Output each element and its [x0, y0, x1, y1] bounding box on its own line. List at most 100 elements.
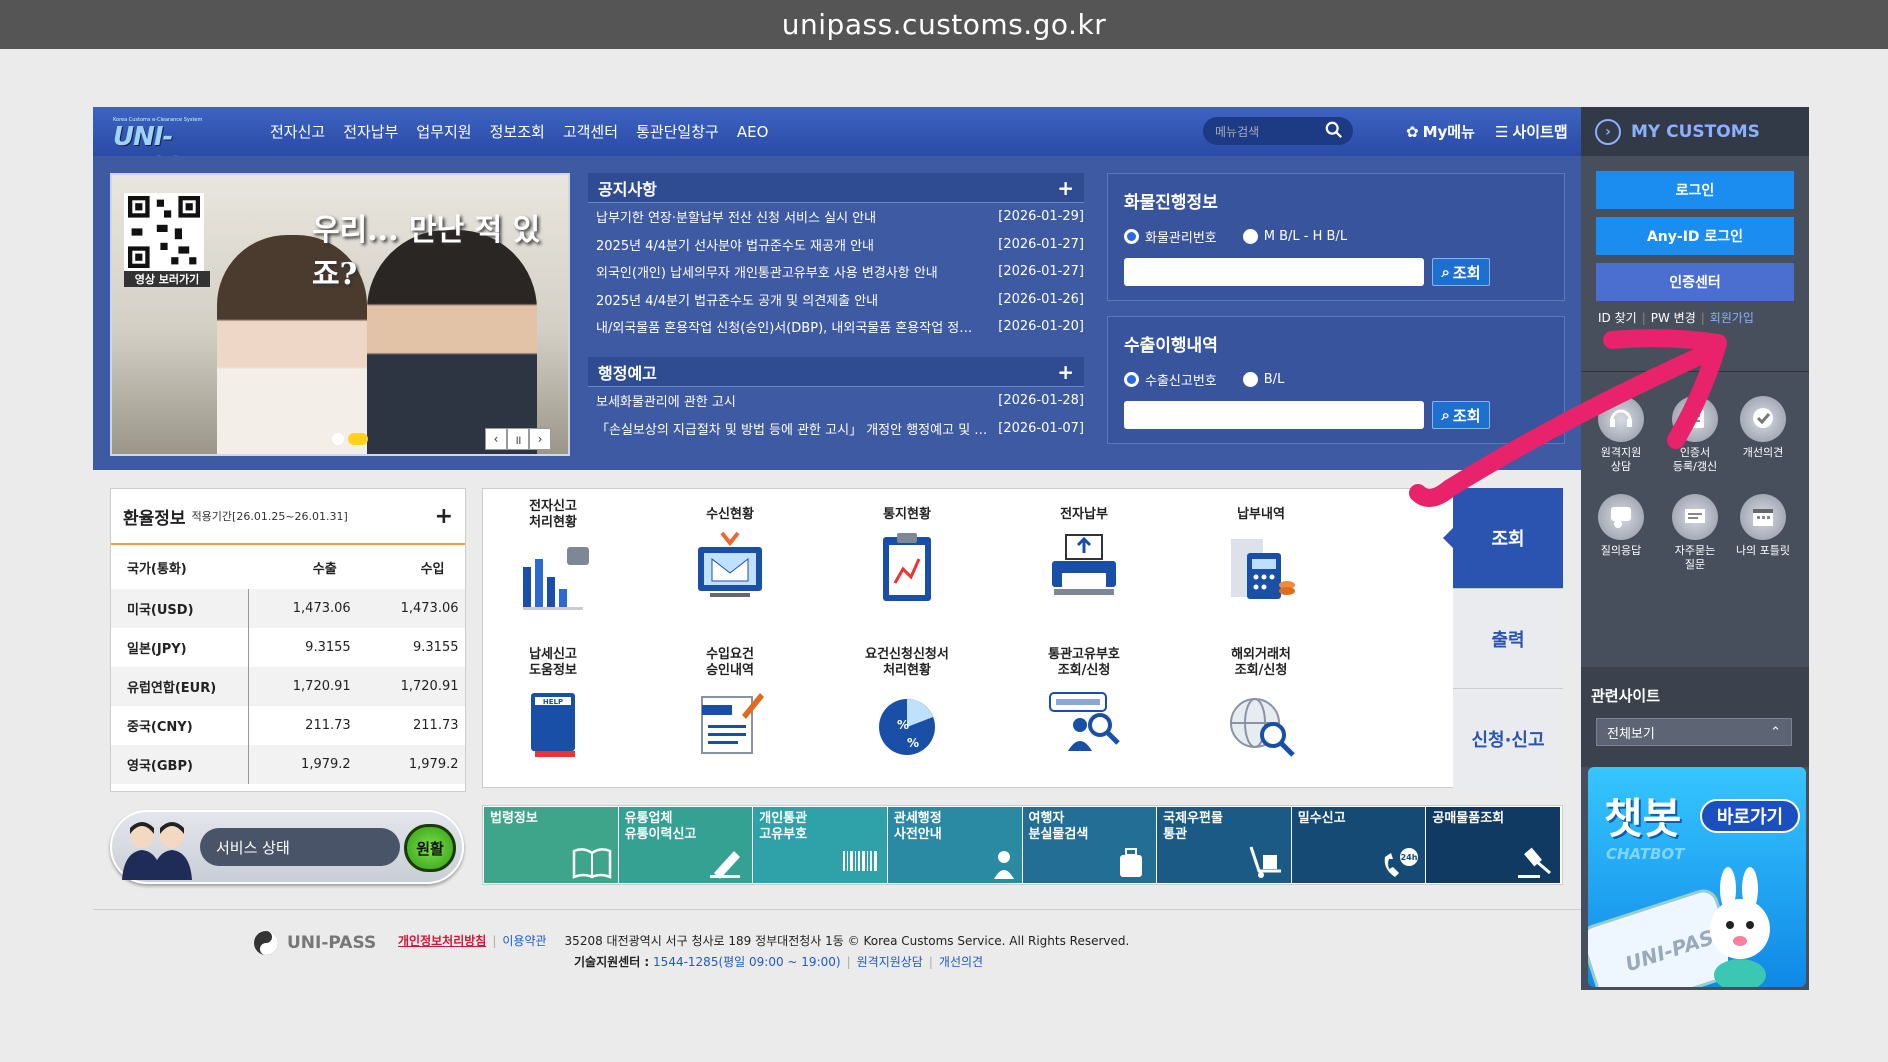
grid-item-payment-history[interactable]: 납부내역 — [1191, 507, 1331, 614]
related-sites-select[interactable]: 전체보기 ⌃ — [1596, 718, 1792, 746]
radio-bl[interactable]: M B/L - H B/L — [1242, 227, 1347, 246]
remote-support-link[interactable]: 원격지원상담 — [857, 955, 923, 969]
cargo-search-button[interactable]: ⌕ 조회 — [1432, 258, 1490, 286]
export-search-button[interactable]: ⌕ 조회 — [1432, 401, 1490, 429]
shortcut-feedback[interactable]: 개선의견 — [1729, 396, 1797, 460]
plus-icon[interactable]: + — [1057, 176, 1074, 200]
chevron-left-icon[interactable]: ‹ — [485, 428, 507, 450]
sitemap-button[interactable]: ☰ 사이트맵 — [1495, 121, 1568, 142]
tab-lookup[interactable]: 조회 — [1443, 488, 1563, 588]
cargo-number-input[interactable] — [1124, 258, 1424, 286]
service-status[interactable]: 서비스 상태 원활 — [110, 810, 464, 884]
chatbot-banner[interactable]: 챗봇 CHATBOT 바로가기 UNI-PASS — [1588, 767, 1806, 987]
terms-link[interactable]: 이용약관 — [502, 934, 546, 948]
quick-link-law[interactable]: 법령정보 — [484, 807, 619, 883]
list-item[interactable]: 2025년 4/4분기 선사분야 법규준수도 재공개 안내 [2026-01-27… — [588, 231, 1084, 259]
tab-print[interactable]: 출력 — [1453, 588, 1563, 688]
my-menu-button[interactable]: ✿ My메뉴 — [1406, 121, 1475, 142]
grid-item-edecl-status[interactable]: 전자신고 처리현황 — [483, 499, 623, 622]
shortcut-portlet[interactable]: 나의 포틀릿 — [1729, 494, 1797, 558]
chevron-right-icon[interactable]: › — [529, 428, 551, 450]
qr-label: 영상 보러가기 — [124, 271, 210, 287]
list-item[interactable]: 외국인(개인) 납세의무자 개인통관고유부호 사용 변경사항 안내 [2026-0… — [588, 258, 1084, 286]
grid-item-notice-status[interactable]: 통지현황 — [837, 507, 977, 614]
feedback-link[interactable]: 개선의견 — [939, 955, 983, 969]
grid-item-overseas-partner[interactable]: 해외거래처 조회/신청 — [1191, 647, 1331, 770]
unipass-logo[interactable]: Korea Customs e-Clearance System UNI-PAS… — [113, 117, 227, 182]
quick-link-lost-items[interactable]: 여행자 분실물검색 — [1022, 807, 1158, 883]
menu-item-e-declaration[interactable]: 전자신고 — [261, 121, 334, 142]
export-title: 수출이행내역 — [1124, 336, 1218, 356]
plus-icon[interactable]: + — [1057, 360, 1074, 384]
related-sites: 관련사이트 전체보기 ⌃ — [1581, 667, 1809, 767]
export-number-input[interactable] — [1124, 401, 1424, 429]
grid-item-tax-help[interactable]: 납세신고 도움정보 HELP — [483, 647, 623, 770]
radio-export-number[interactable]: 수출신고번호 — [1124, 370, 1217, 389]
exchange-period: 적용기간[26.01.25~26.01.31] — [191, 510, 348, 523]
shortcut-certificate[interactable]: 인증서 등록/갱신 — [1661, 396, 1729, 474]
menu-item-aeo[interactable]: AEO — [728, 123, 778, 141]
quick-link-customs-code[interactable]: 개인통관 고유부호 — [753, 807, 888, 883]
admin-title: 행정예고 — [598, 363, 657, 383]
privacy-policy-link[interactable]: 개인정보처리방침 — [398, 934, 486, 948]
table-row: 미국(USD) 1,473.06 1,473.06 — [111, 589, 465, 628]
radio-export-bl[interactable]: B/L — [1242, 370, 1284, 389]
browser-url-bar[interactable]: unipass.customs.go.kr — [0, 0, 1888, 49]
grid-item-receive-status[interactable]: 수신현황 — [660, 507, 800, 614]
plus-icon[interactable]: + — [435, 504, 453, 529]
svg-text:%: % — [907, 736, 919, 750]
banner-dot-active[interactable] — [348, 433, 368, 445]
list-item[interactable]: 내/외국물품 혼용작업 신청(승인)서(DBP), 내외국물품 혼용작업 정… [… — [588, 313, 1084, 341]
cert-center-button[interactable]: 인증센터 — [1596, 263, 1794, 301]
svg-text:24h: 24h — [1401, 853, 1418, 862]
menu-item-business-support[interactable]: 업무지원 — [407, 121, 480, 142]
tab-apply[interactable]: 신청·신고 — [1453, 688, 1563, 788]
promo-banner[interactable]: 영상 보러가기 우리... 만난 적 있죠? ‹ ॥ › — [110, 173, 570, 456]
quick-link-admin-guide[interactable]: 관세행정 사전안내 — [887, 807, 1023, 883]
menu-item-info-lookup[interactable]: 정보조회 — [481, 121, 554, 142]
search-icon[interactable] — [1325, 121, 1343, 139]
notice-date: [2026-01-26] — [998, 291, 1084, 307]
quick-link-distribution[interactable]: 유통업체 유통이력신고 — [618, 807, 754, 883]
my-customs-header[interactable]: › MY CUSTOMS — [1581, 107, 1809, 156]
banner-dot[interactable] — [332, 433, 344, 445]
menu-search-input[interactable]: 메뉴검색 — [1203, 117, 1353, 145]
list-item[interactable]: 납부기한 연장·분할납부 전산 신청 서비스 실시 안내 [2026-01-29] — [588, 203, 1084, 231]
list-item[interactable]: 「손실보상의 지급절차 및 방법 등에 관한 고시」 개정안 행정예고 및 … [… — [588, 415, 1084, 443]
shortcut-faq[interactable]: 자주묻는 질문 — [1661, 494, 1729, 572]
shortcut-label: 인증서 등록/갱신 — [1672, 446, 1718, 473]
grid-item-epayment[interactable]: 전자납부 — [1014, 507, 1154, 614]
radio-cargo-number[interactable]: 화물관리번호 — [1124, 227, 1217, 246]
cargo-progress-box: 화물진행정보 화물관리번호 M B/L - H B/L ⌕ 조회 — [1107, 173, 1565, 301]
person-icon — [993, 851, 1014, 879]
list-item[interactable]: 보세화물관리에 관한 고시 [2026-01-28] — [588, 387, 1084, 415]
quick-link-intl-mail[interactable]: 국제우편물 통관 — [1157, 807, 1292, 883]
globe-search-icon — [1230, 698, 1295, 757]
find-id-link[interactable]: ID 찾기 — [1598, 311, 1637, 325]
menu-item-e-payment[interactable]: 전자납부 — [334, 121, 407, 142]
signup-link[interactable]: 회원가입 — [1710, 311, 1754, 325]
quick-link-auction[interactable]: 공매물품조회 — [1426, 807, 1561, 883]
pw-change-link[interactable]: PW 변경 — [1651, 311, 1696, 325]
any-id-login-button[interactable]: Any-ID 로그인 — [1596, 217, 1794, 255]
grid-item-import-approval[interactable]: 수입요건 승인내역 — [660, 647, 800, 770]
svg-text:%: % — [897, 718, 909, 732]
qr-code-icon[interactable] — [124, 193, 204, 271]
menu-item-single-window[interactable]: 통관단일창구 — [627, 121, 728, 142]
list-item[interactable]: 2025년 4/4분기 법규준수도 공개 및 의견제출 안내 [2026-01-2… — [588, 286, 1084, 314]
pause-icon[interactable]: ॥ — [507, 428, 529, 450]
chatbot-go-button[interactable]: 바로가기 — [1700, 799, 1800, 833]
grid-label: 통관고유부호 조회/신청 — [1048, 647, 1120, 678]
radio-dot — [1124, 372, 1139, 387]
grid-item-requirement-status[interactable]: 요건신청신청서 처리현황 %% — [837, 647, 977, 770]
quick-link-smuggling-report[interactable]: 밀수신고 24h — [1291, 807, 1427, 883]
menu-item-customer-center[interactable]: 고객센터 — [554, 121, 627, 142]
banner-pagination[interactable] — [332, 433, 368, 445]
admin-notice-board: 행정예고 + 보세화물관리에 관한 고시 [2026-01-28] 「손실보상의 지… — [588, 357, 1084, 442]
headset-icon — [1598, 396, 1644, 442]
login-button[interactable]: 로그인 — [1596, 171, 1794, 209]
notice-header: 공지사항 + — [588, 173, 1084, 203]
shortcut-remote-support[interactable]: 원격지원 상담 — [1587, 396, 1655, 474]
shortcut-qna[interactable]: 질의응답 — [1587, 494, 1655, 558]
grid-item-customs-code[interactable]: 통관고유부호 조회/신청 — [1014, 647, 1154, 770]
